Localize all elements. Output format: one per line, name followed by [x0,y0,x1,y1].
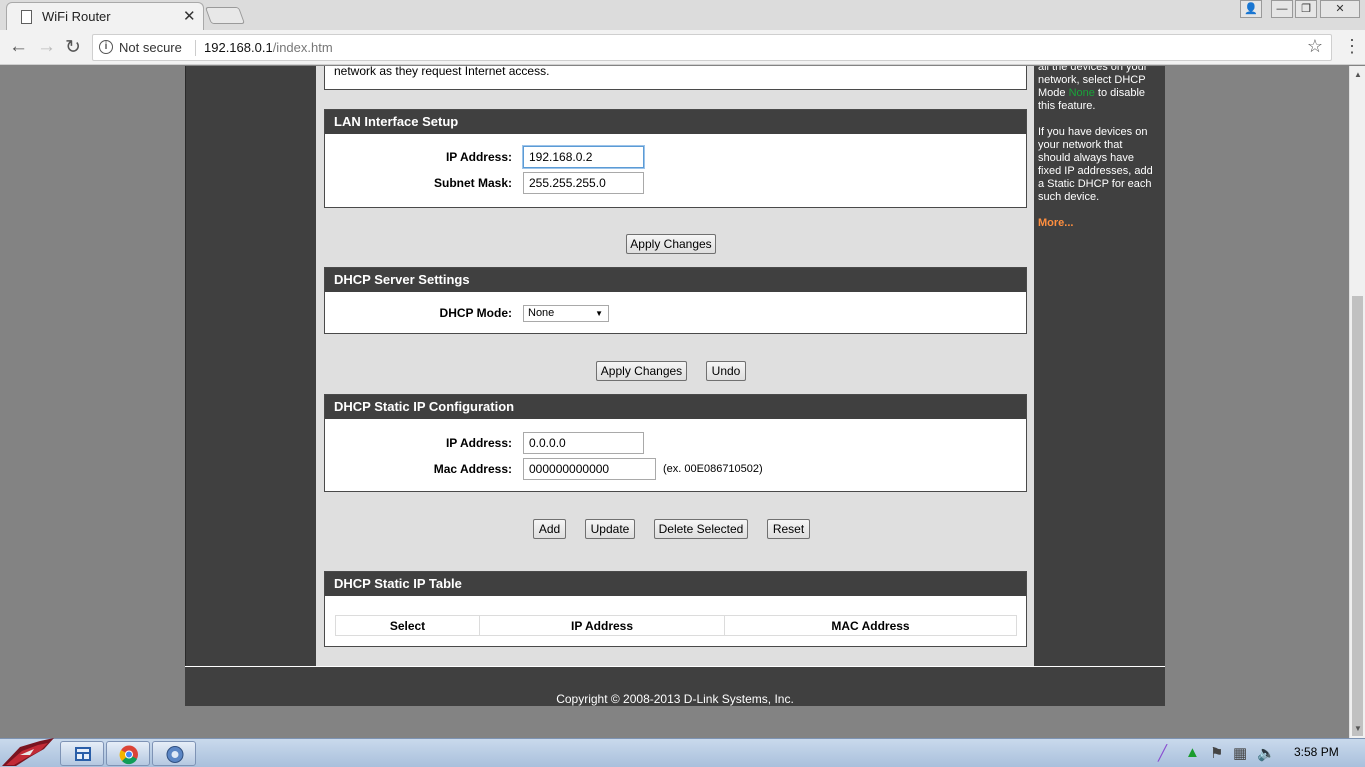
lan-section: LAN Interface Setup IP Address: 192.168.… [324,109,1027,208]
mac-address-input[interactable]: 000000000000 [523,458,656,480]
taskbar: ╱ ▲ ⚑ ▦ 🔈 3:58 PM [0,738,1365,767]
reset-button[interactable]: Reset [767,519,810,539]
static-ip-table: Select IP Address MAC Address [335,615,1017,636]
start-button-logo-icon[interactable] [0,735,56,767]
dropdown-arrow-icon: ▼ [595,309,603,318]
lan-section-title: LAN Interface Setup [325,110,1026,134]
static-ip-input[interactable]: 0.0.0.0 [523,432,644,454]
browser-tab[interactable]: WiFi Router ✕ [6,2,204,30]
column-header-select: Select [335,615,480,636]
tab-strip: WiFi Router ✕ 👤 — ❐ ✕ [0,0,1365,30]
lan-ip-row: IP Address: 192.168.0.2 [325,146,1025,168]
help-paragraph-static: If you have devices on your network that… [1038,126,1153,203]
undo-button[interactable]: Undo [706,361,746,381]
lan-apply-changes-button[interactable]: Apply Changes [626,234,716,254]
scrollbar-thumb[interactable] [1352,296,1363,736]
page-scrollbar[interactable]: ▲ ▼ [1349,66,1365,738]
back-icon[interactable]: ← [9,36,28,58]
mac-address-label: Mac Address: [433,462,512,476]
lan-ip-input[interactable]: 192.168.0.2 [523,146,644,168]
table-header-row: Select IP Address MAC Address [335,615,1017,636]
action-center-flag-icon[interactable]: ⚑ [1210,744,1223,762]
volume-icon[interactable]: 🔈 [1257,744,1276,762]
subnet-mask-input[interactable]: 255.255.255.0 [523,172,644,194]
add-button[interactable]: Add [533,519,566,539]
page-viewport: network as they request Internet access.… [0,66,1349,738]
mac-address-hint: (ex. 00E086710502) [663,463,763,475]
tab-close-icon[interactable]: ✕ [183,7,196,25]
url-path: /index.htm [272,40,333,55]
dhcp-apply-changes-button[interactable]: Apply Changes [596,361,687,381]
column-header-mac-address: MAC Address [724,615,1017,636]
dhcp-mode-row: DHCP Mode: None ▼ [325,304,1025,326]
browser-toolbar: ← → ↻ i Not secure 192.168.0.1/index.htm… [0,30,1365,65]
column-header-ip-address: IP Address [479,615,725,636]
tab-title: WiFi Router [42,9,111,24]
url-host: 192.168.0.1 [204,40,273,55]
dhcp-mode-select[interactable]: None ▼ [523,305,609,322]
more-link[interactable]: More... [1038,217,1164,230]
browser-menu-icon[interactable]: ⋮ [1343,36,1361,57]
network-tray-icon[interactable]: ▦ [1233,744,1247,762]
update-tray-icon[interactable]: ▲ [1185,744,1200,761]
help-paragraph-dhcp: all the devices on your network, select … [1038,66,1156,113]
update-button[interactable]: Update [585,519,635,539]
intro-text: network as they request Internet access. [334,66,550,78]
help-column: all the devices on your network, select … [1034,66,1164,666]
mac-address-row: Mac Address: 000000000000 (ex. 00E086710… [325,458,1025,480]
url-text[interactable]: 192.168.0.1/index.htm [204,40,333,55]
system-clock[interactable]: 3:58 PM [1294,745,1339,759]
dhcp-section-title: DHCP Server Settings [325,268,1026,292]
pen-tray-icon[interactable]: ╱ [1158,744,1167,762]
dhcp-mode-value: None [528,307,555,319]
minimize-button[interactable]: — [1271,0,1293,18]
forward-icon[interactable]: → [37,36,56,58]
lan-ip-label: IP Address: [445,150,512,164]
close-window-button[interactable]: ✕ [1320,0,1360,18]
main-content: network as they request Internet access.… [316,66,1034,666]
security-label: Not secure [119,40,182,55]
scroll-up-arrow-icon[interactable]: ▲ [1350,68,1365,82]
static-ip-label: IP Address: [445,436,512,450]
reload-icon[interactable]: ↻ [65,36,81,59]
page-footer: Copyright © 2008-2013 D-Link Systems, In… [185,666,1165,706]
static-ip-section: DHCP Static IP Configuration IP Address:… [324,394,1027,492]
network-settings-icon[interactable] [152,741,196,766]
scroll-down-arrow-icon[interactable]: ▼ [1350,722,1365,736]
router-page: network as they request Internet access.… [185,66,1165,706]
file-explorer-icon[interactable] [60,741,104,766]
delete-selected-button[interactable]: Delete Selected [654,519,748,539]
restore-button[interactable]: ❐ [1295,0,1317,18]
chrome-icon[interactable] [106,741,150,766]
new-tab-button[interactable] [204,7,246,24]
intro-box: network as they request Internet access. [324,66,1027,90]
address-bar[interactable]: i Not secure 192.168.0.1/index.htm ☆ [92,34,1332,61]
help-text-none: None [1068,87,1095,99]
subnet-mask-label: Subnet Mask: [433,176,512,190]
user-icon[interactable]: 👤 [1240,0,1262,18]
lan-mask-row: Subnet Mask: 255.255.255.0 [325,172,1025,194]
static-ip-table-section: DHCP Static IP Table Select IP Address M… [324,571,1027,647]
bookmark-star-icon[interactable]: ☆ [1307,36,1323,57]
static-ip-section-title: DHCP Static IP Configuration [325,395,1026,419]
dhcp-section: DHCP Server Settings DHCP Mode: None ▼ [324,267,1027,334]
static-ip-row: IP Address: 0.0.0.0 [325,432,1025,454]
dhcp-mode-label: DHCP Mode: [439,306,512,320]
info-icon[interactable]: i [99,40,113,54]
left-nav-column [185,66,316,666]
static-ip-table-title: DHCP Static IP Table [325,572,1026,596]
divider [195,40,196,56]
page-icon [21,10,32,24]
